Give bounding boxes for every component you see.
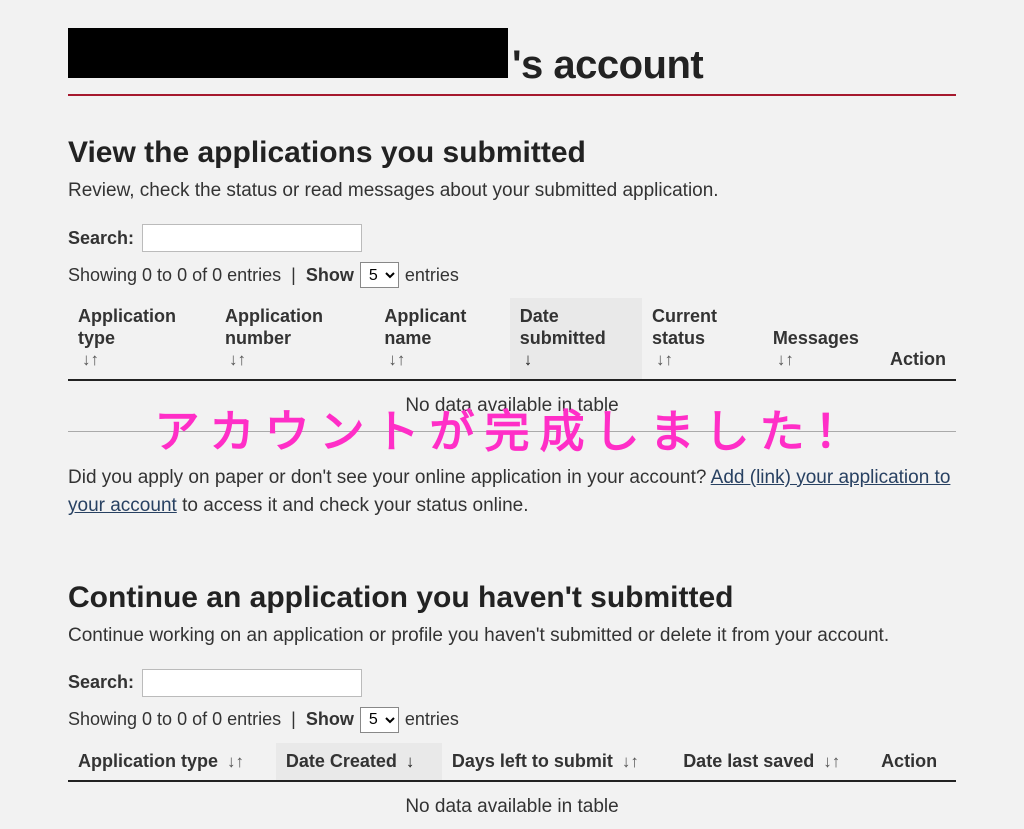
submitted-table: Application type ↓↑ Application number ↓…	[68, 298, 956, 432]
entries-word: entries	[405, 265, 459, 286]
search-label: Search:	[68, 228, 134, 249]
col-application-number[interactable]: Application number ↓↑	[215, 298, 374, 380]
unsubmitted-heading: Continue an application you haven't subm…	[68, 581, 956, 615]
sort-desc-icon: ↓	[406, 752, 415, 772]
showing-text-2: Showing 0 to 0 of 0 entries	[68, 709, 281, 730]
show-label-2: Show	[306, 709, 354, 730]
sort-both-icon: ↓↑	[823, 752, 840, 772]
col-action: Action	[880, 298, 956, 380]
below-text-1: Did you apply on paper or don't see your…	[68, 467, 711, 488]
submitted-subtext: Review, check the status or read message…	[68, 180, 956, 202]
sort-desc-icon: ↓	[524, 350, 533, 370]
col-application-type[interactable]: Application type ↓↑	[68, 298, 215, 380]
below-submitted-text: Did you apply on paper or don't see your…	[68, 464, 956, 521]
col-date-submitted[interactable]: Date submitted ↓	[510, 298, 642, 380]
entries-select-2[interactable]: 5	[360, 707, 399, 733]
sort-both-icon: ↓↑	[388, 350, 405, 370]
page-title: 's account	[68, 28, 956, 96]
search-input[interactable]	[142, 224, 362, 252]
submitted-applications-section: View the applications you submitted Revi…	[68, 136, 956, 521]
redacted-name	[68, 28, 508, 78]
entries-select[interactable]: 5	[360, 262, 399, 288]
account-title-suffix: 's account	[512, 43, 703, 88]
sort-both-icon: ↓↑	[622, 752, 639, 772]
unsubmitted-table: Application type ↓↑ Date Created ↓ Days …	[68, 743, 956, 829]
showing-text: Showing 0 to 0 of 0 entries	[68, 265, 281, 286]
divider: |	[287, 265, 300, 286]
entries-word-2: entries	[405, 709, 459, 730]
empty-message: No data available in table	[68, 380, 956, 432]
col-date-created[interactable]: Date Created ↓	[276, 743, 442, 782]
search-input-2[interactable]	[142, 669, 362, 697]
table-row-empty: No data available in table	[68, 380, 956, 432]
sort-both-icon: ↓↑	[82, 350, 99, 370]
submitted-heading: View the applications you submitted	[68, 136, 956, 170]
sort-both-icon: ↓↑	[227, 752, 244, 772]
show-label: Show	[306, 265, 354, 286]
below-text-2: to access it and check your status onlin…	[182, 495, 528, 516]
col-current-status[interactable]: Current status ↓↑	[642, 298, 763, 380]
sort-both-icon: ↓↑	[229, 350, 246, 370]
empty-message-2: No data available in table	[68, 781, 956, 829]
col-date-last-saved[interactable]: Date last saved ↓↑	[673, 743, 871, 782]
col-action-2: Action	[871, 743, 956, 782]
col-days-left[interactable]: Days left to submit ↓↑	[442, 743, 673, 782]
col-applicant-name[interactable]: Applicant name ↓↑	[374, 298, 509, 380]
table-row-empty-2: No data available in table	[68, 781, 956, 829]
unsubmitted-subtext: Continue working on an application or pr…	[68, 625, 956, 647]
col-messages[interactable]: Messages ↓↑	[763, 298, 880, 380]
sort-both-icon: ↓↑	[656, 350, 673, 370]
search-label-2: Search:	[68, 672, 134, 693]
col-application-type-2[interactable]: Application type ↓↑	[68, 743, 276, 782]
divider: |	[287, 709, 300, 730]
unsubmitted-applications-section: Continue an application you haven't subm…	[68, 581, 956, 829]
sort-both-icon: ↓↑	[777, 350, 794, 370]
